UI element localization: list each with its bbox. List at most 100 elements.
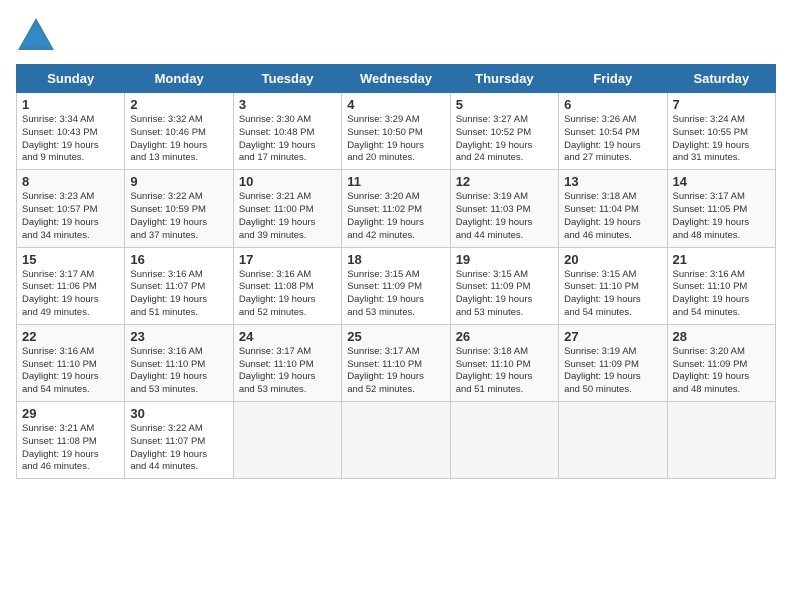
day-info: Sunrise: 3:20 AM Sunset: 11:09 PM Daylig… [673,346,770,397]
col-header-tuesday: Tuesday [233,65,341,93]
day-info: Sunrise: 3:22 AM Sunset: 11:07 PM Daylig… [130,423,227,474]
day-info: Sunrise: 3:16 AM Sunset: 11:07 PM Daylig… [130,269,227,320]
day-info: Sunrise: 3:17 AM Sunset: 11:06 PM Daylig… [22,269,119,320]
logo-icon [16,16,56,52]
calendar-cell: 8 Sunrise: 3:23 AM Sunset: 10:57 PM Dayli… [17,170,125,247]
calendar-cell: 5 Sunrise: 3:27 AM Sunset: 10:52 PM Dayli… [450,93,558,170]
day-number: 16 [130,252,227,267]
logo [16,16,60,52]
calendar-cell: 24 Sunrise: 3:17 AM Sunset: 11:10 PM Dayl… [233,324,341,401]
calendar-week-3: 15 Sunrise: 3:17 AM Sunset: 11:06 PM Dayl… [17,247,776,324]
day-info: Sunrise: 3:15 AM Sunset: 11:09 PM Daylig… [456,269,553,320]
day-number: 10 [239,174,336,189]
day-number: 27 [564,329,661,344]
calendar-cell: 25 Sunrise: 3:17 AM Sunset: 11:10 PM Dayl… [342,324,450,401]
calendar-cell: 9Sunrise: 3:22 AM Sunset: 10:59 PM Dayli… [125,170,233,247]
day-number: 22 [22,329,119,344]
day-info: Sunrise: 3:21 AM Sunset: 11:00 PM Daylig… [239,191,336,242]
calendar-cell: 27 Sunrise: 3:19 AM Sunset: 11:09 PM Dayl… [559,324,667,401]
day-info: Sunrise: 3:27 AM Sunset: 10:52 PM Daylig… [456,114,553,165]
calendar-cell: 12 Sunrise: 3:19 AM Sunset: 11:03 PM Dayl… [450,170,558,247]
calendar-cell: 13 Sunrise: 3:18 AM Sunset: 11:04 PM Dayl… [559,170,667,247]
day-info: Sunrise: 3:32 AM Sunset: 10:46 PM Daylig… [130,114,227,165]
calendar-cell: 4 Sunrise: 3:29 AM Sunset: 10:50 PM Dayli… [342,93,450,170]
calendar-cell: 19 Sunrise: 3:15 AM Sunset: 11:09 PM Dayl… [450,247,558,324]
day-number: 11 [347,174,444,189]
calendar-cell: 1 Sunrise: 3:34 AM Sunset: 10:43 PM Dayli… [17,93,125,170]
day-number: 15 [22,252,119,267]
calendar-cell [342,402,450,479]
col-header-friday: Friday [559,65,667,93]
day-number: 29 [22,406,119,421]
day-number: 17 [239,252,336,267]
day-number: 8 [22,174,119,189]
day-number: 13 [564,174,661,189]
calendar-cell: 17 Sunrise: 3:16 AM Sunset: 11:08 PM Dayl… [233,247,341,324]
day-info: Sunrise: 3:17 AM Sunset: 11:10 PM Daylig… [239,346,336,397]
calendar-cell: 14Sunrise: 3:17 AM Sunset: 11:05 PM Dayl… [667,170,775,247]
day-number: 30 [130,406,227,421]
day-info: Sunrise: 3:19 AM Sunset: 11:03 PM Daylig… [456,191,553,242]
calendar-week-2: 8 Sunrise: 3:23 AM Sunset: 10:57 PM Dayli… [17,170,776,247]
day-info: Sunrise: 3:29 AM Sunset: 10:50 PM Daylig… [347,114,444,165]
day-info: Sunrise: 3:20 AM Sunset: 11:02 PM Daylig… [347,191,444,242]
day-number: 2 [130,97,227,112]
day-number: 18 [347,252,444,267]
day-number: 19 [456,252,553,267]
day-number: 25 [347,329,444,344]
day-info: Sunrise: 3:15 AM Sunset: 11:10 PM Daylig… [564,269,661,320]
day-number: 5 [456,97,553,112]
day-info: Sunrise: 3:23 AM Sunset: 10:57 PM Daylig… [22,191,119,242]
day-info: Sunrise: 3:18 AM Sunset: 11:10 PM Daylig… [456,346,553,397]
day-info: Sunrise: 3:15 AM Sunset: 11:09 PM Daylig… [347,269,444,320]
day-info: Sunrise: 3:18 AM Sunset: 11:04 PM Daylig… [564,191,661,242]
calendar-cell: 18 Sunrise: 3:15 AM Sunset: 11:09 PM Dayl… [342,247,450,324]
calendar-cell: 23 Sunrise: 3:16 AM Sunset: 11:10 PM Dayl… [125,324,233,401]
calendar-cell: 26 Sunrise: 3:18 AM Sunset: 11:10 PM Dayl… [450,324,558,401]
calendar-cell: 2 Sunrise: 3:32 AM Sunset: 10:46 PM Dayli… [125,93,233,170]
day-info: Sunrise: 3:26 AM Sunset: 10:54 PM Daylig… [564,114,661,165]
day-number: 24 [239,329,336,344]
header [16,16,776,52]
day-info: Sunrise: 3:19 AM Sunset: 11:09 PM Daylig… [564,346,661,397]
day-number: 1 [22,97,119,112]
calendar-week-1: 1 Sunrise: 3:34 AM Sunset: 10:43 PM Dayli… [17,93,776,170]
calendar-cell: 10 Sunrise: 3:21 AM Sunset: 11:00 PM Dayl… [233,170,341,247]
day-number: 3 [239,97,336,112]
calendar-cell [667,402,775,479]
calendar-cell: 16 Sunrise: 3:16 AM Sunset: 11:07 PM Dayl… [125,247,233,324]
calendar-cell: 7 Sunrise: 3:24 AM Sunset: 10:55 PM Dayli… [667,93,775,170]
calendar-week-5: 29Sunrise: 3:21 AM Sunset: 11:08 PM Dayl… [17,402,776,479]
calendar-cell: 22 Sunrise: 3:16 AM Sunset: 11:10 PM Dayl… [17,324,125,401]
day-number: 12 [456,174,553,189]
day-info: Sunrise: 3:17 AM Sunset: 11:10 PM Daylig… [347,346,444,397]
day-info: Sunrise: 3:16 AM Sunset: 11:10 PM Daylig… [130,346,227,397]
calendar-cell: 21Sunrise: 3:16 AM Sunset: 11:10 PM Dayl… [667,247,775,324]
calendar-cell: 29Sunrise: 3:21 AM Sunset: 11:08 PM Dayl… [17,402,125,479]
col-header-sunday: Sunday [17,65,125,93]
calendar-cell: 28Sunrise: 3:20 AM Sunset: 11:09 PM Dayl… [667,324,775,401]
day-info: Sunrise: 3:17 AM Sunset: 11:05 PM Daylig… [673,191,770,242]
col-header-wednesday: Wednesday [342,65,450,93]
day-info: Sunrise: 3:34 AM Sunset: 10:43 PM Daylig… [22,114,119,165]
calendar-cell [559,402,667,479]
day-number: 6 [564,97,661,112]
calendar-cell: 15 Sunrise: 3:17 AM Sunset: 11:06 PM Dayl… [17,247,125,324]
day-info: Sunrise: 3:16 AM Sunset: 11:08 PM Daylig… [239,269,336,320]
day-info: Sunrise: 3:16 AM Sunset: 11:10 PM Daylig… [22,346,119,397]
calendar: SundayMondayTuesdayWednesdayThursdayFrid… [16,64,776,479]
day-number: 7 [673,97,770,112]
col-header-saturday: Saturday [667,65,775,93]
day-number: 26 [456,329,553,344]
day-number: 23 [130,329,227,344]
calendar-cell: 6 Sunrise: 3:26 AM Sunset: 10:54 PM Dayli… [559,93,667,170]
day-number: 4 [347,97,444,112]
col-header-monday: Monday [125,65,233,93]
day-info: Sunrise: 3:24 AM Sunset: 10:55 PM Daylig… [673,114,770,165]
calendar-cell [233,402,341,479]
col-header-thursday: Thursday [450,65,558,93]
day-number: 9 [130,174,227,189]
calendar-week-4: 22 Sunrise: 3:16 AM Sunset: 11:10 PM Dayl… [17,324,776,401]
calendar-cell: 11 Sunrise: 3:20 AM Sunset: 11:02 PM Dayl… [342,170,450,247]
day-number: 20 [564,252,661,267]
